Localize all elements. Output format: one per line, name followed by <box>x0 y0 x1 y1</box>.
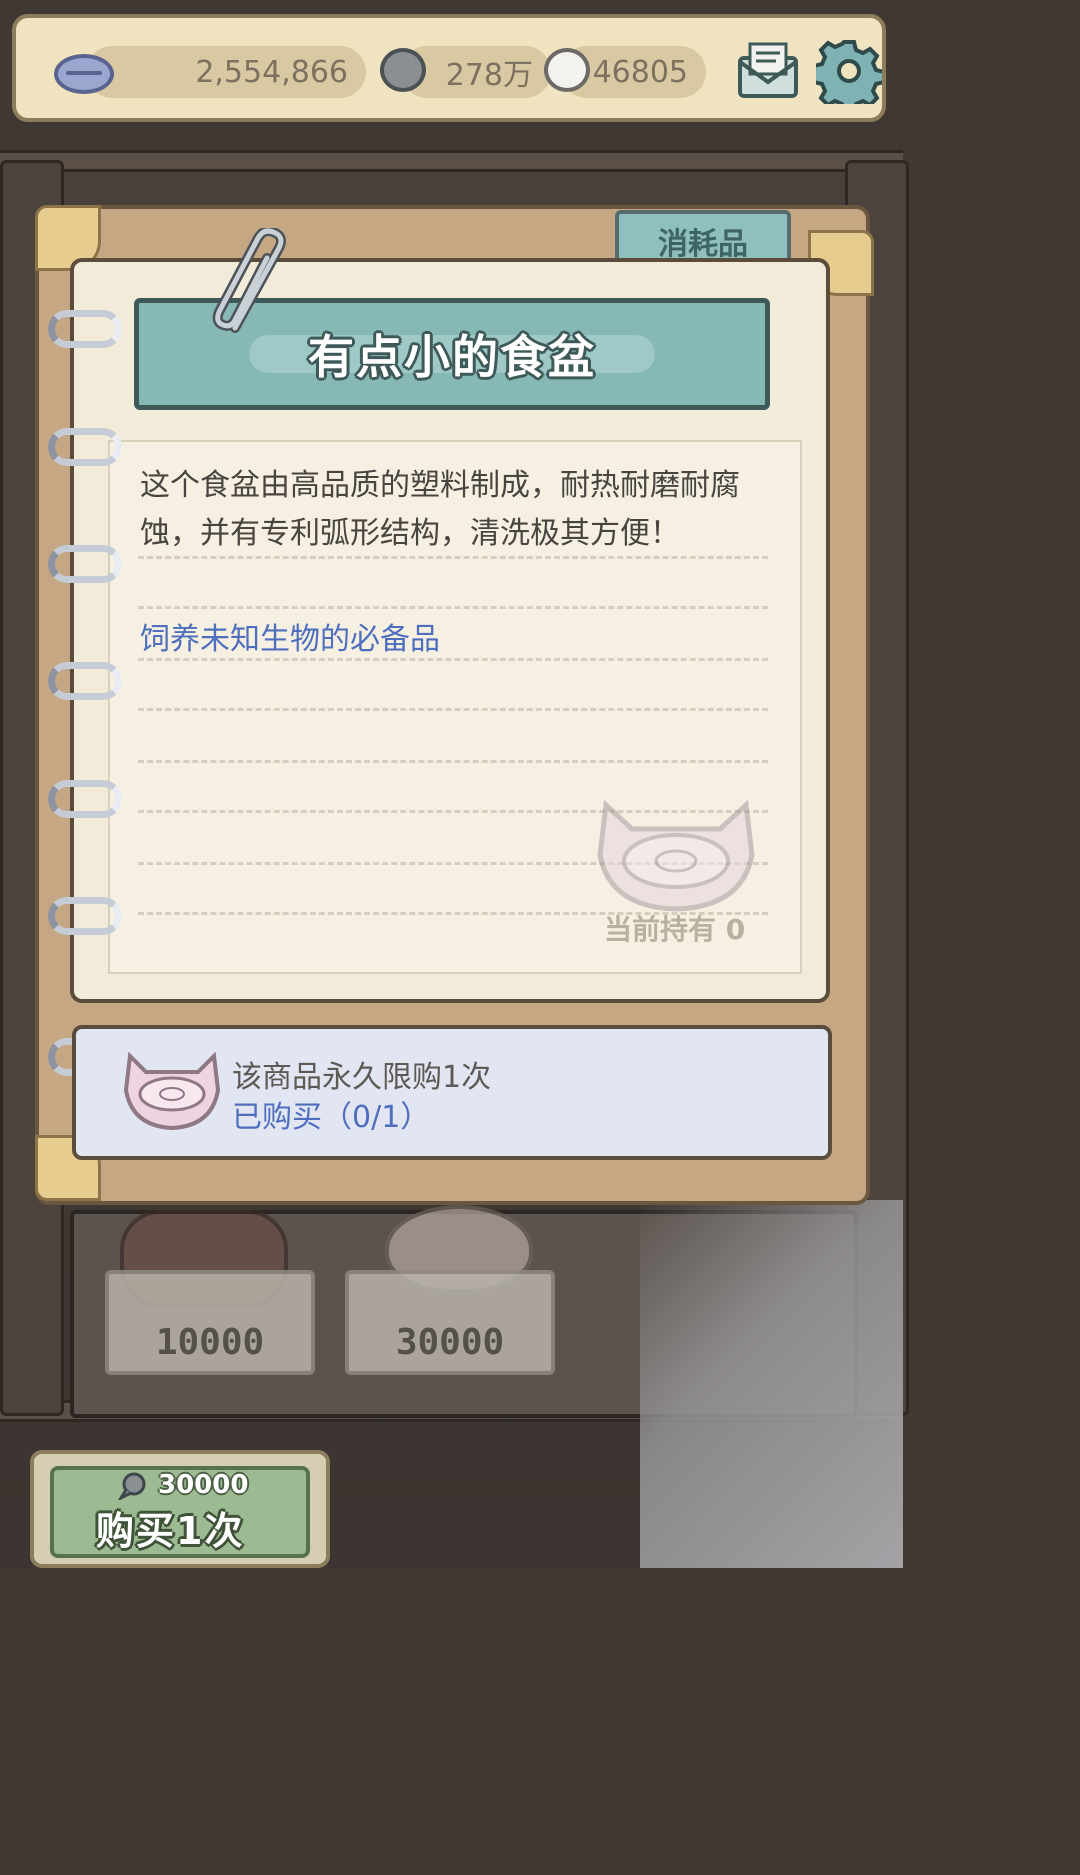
gear-icon[interactable] <box>816 38 882 104</box>
fog-overlay <box>640 1200 903 1568</box>
held-count: 0 <box>725 913 746 946</box>
coin-amount: 2,554,866 <box>195 54 348 90</box>
binder-ring <box>48 428 122 466</box>
item-title: 有点小的食盆 <box>308 330 596 384</box>
buy-price: 30000 <box>158 1470 249 1500</box>
held-count-label: 当前持有 0 <box>604 908 745 948</box>
cat-bowl-icon <box>597 799 755 912</box>
shelf-price-tag: 10000 <box>105 1270 315 1375</box>
item-description: 这个食盆由高品质的塑料制成，耐热耐磨耐腐蚀，并有专利弧形结构，清洗极其方便！ <box>140 468 740 551</box>
speech-bubble-dark-icon <box>118 1472 146 1500</box>
page-rule <box>138 606 768 609</box>
dark-bubble-amount: 278万 <box>445 58 533 93</box>
page-rule <box>138 760 768 763</box>
binder-ring <box>48 545 122 583</box>
speech-bubble-light-icon <box>544 48 590 92</box>
coin-counter: 2,554,866 <box>86 46 366 98</box>
paper-clip-icon <box>212 228 286 333</box>
purchase-limit-text: 该商品永久限购1次 <box>232 1060 492 1095</box>
machine-rail <box>0 150 903 172</box>
binder-ring <box>48 662 122 700</box>
cat-bowl-icon <box>123 1051 221 1130</box>
page-rule <box>138 658 768 661</box>
shelf-price-tag: 30000 <box>345 1270 555 1375</box>
shelf-price: 10000 <box>155 1322 265 1363</box>
speech-bubble-dark-icon <box>380 48 426 92</box>
light-bubble-amount: 46805 <box>592 54 688 90</box>
binder-ring <box>48 780 122 818</box>
item-note: 饲养未知生物的必备品 <box>140 622 440 657</box>
page-rule <box>138 708 768 711</box>
buy-label[interactable]: 购买1次 <box>96 1500 244 1555</box>
page-rule <box>138 556 768 559</box>
shelf-price: 30000 <box>395 1322 505 1363</box>
coin-icon <box>54 54 114 94</box>
purchased-count-text: 已购买（0/1） <box>232 1100 431 1135</box>
held-label: 当前持有 <box>604 913 717 946</box>
binder-ring <box>48 897 122 935</box>
currency-bar: 2,554,866 278万 46805 <box>12 14 886 122</box>
mail-icon[interactable] <box>736 40 800 100</box>
binder-ring <box>48 310 122 348</box>
